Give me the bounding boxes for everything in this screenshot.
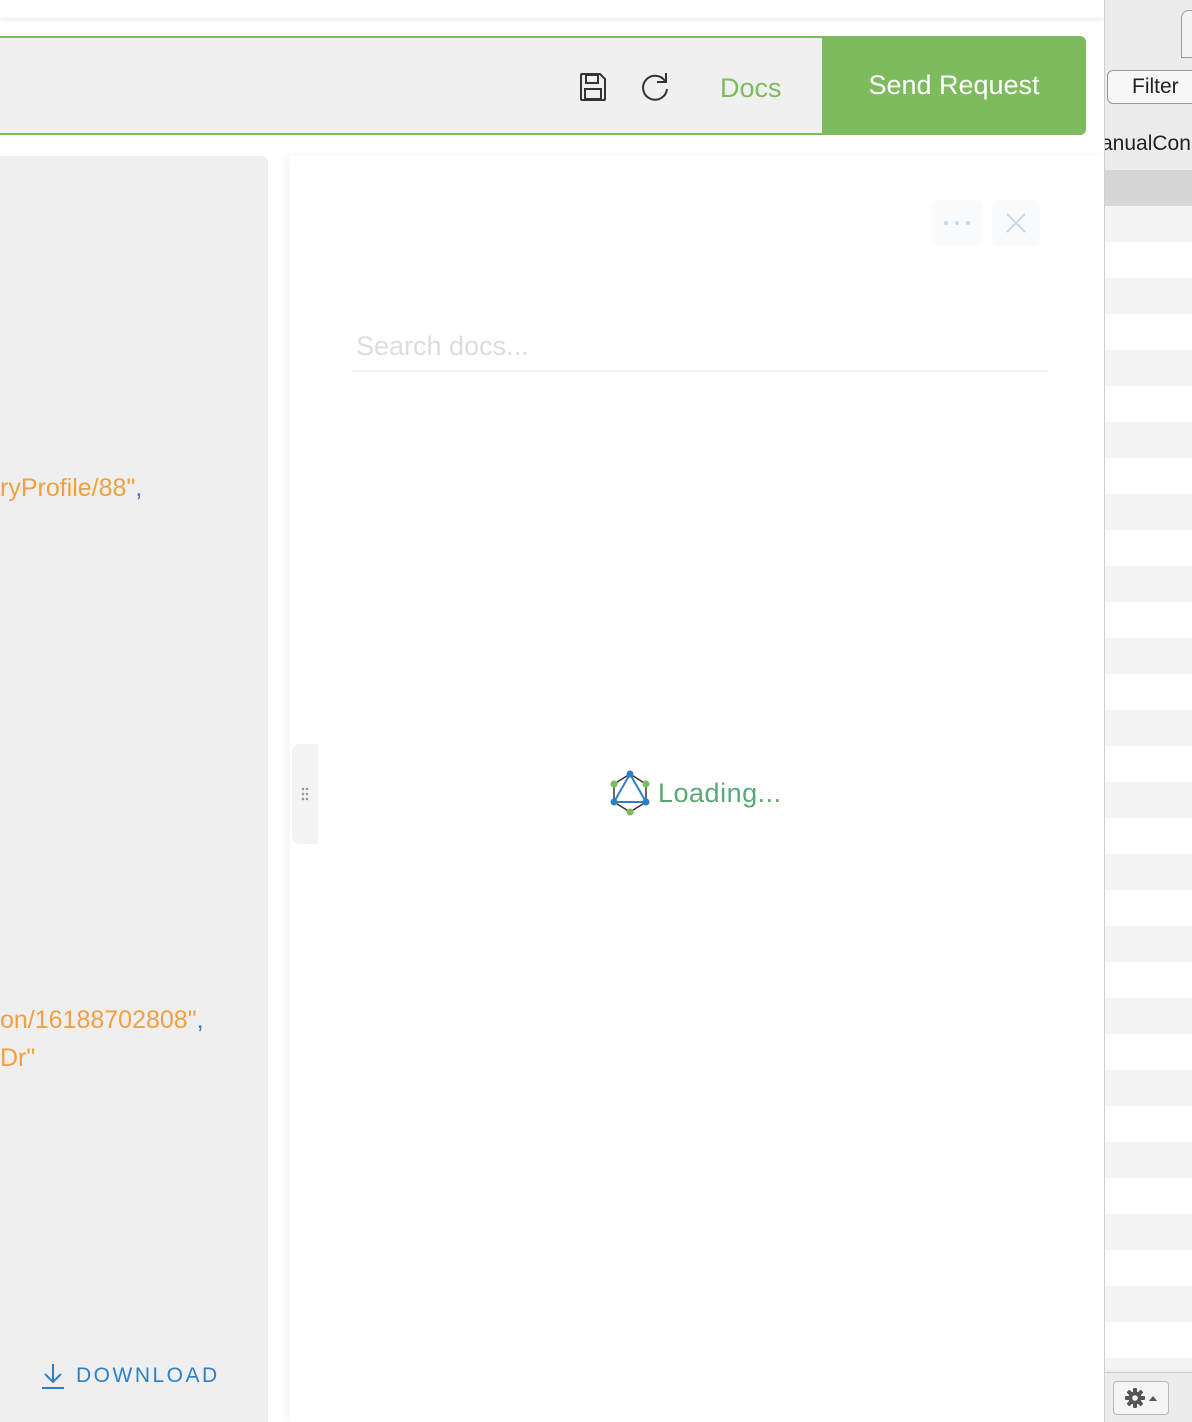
filter-button[interactable]: Filter: [1107, 70, 1192, 104]
result-line-comma: ,: [196, 1006, 204, 1034]
side-panel-text: anualCon: [1104, 132, 1191, 155]
side-panel-tab[interactable]: [1181, 10, 1192, 58]
result-line-text: ryProfile/88": [0, 474, 136, 502]
send-request-button[interactable]: Send Request: [822, 36, 1086, 135]
download-button[interactable]: DOWNLOAD: [40, 1362, 220, 1390]
ellipsis-icon[interactable]: [932, 200, 982, 246]
query-toolbar: Docs Send Request: [0, 36, 1086, 135]
docs-panel: Loading...: [290, 156, 1104, 1422]
loading-text: Loading...: [658, 777, 782, 808]
gear-menu-button[interactable]: [1113, 1381, 1169, 1415]
drag-handle[interactable]: [292, 744, 318, 844]
docs-button[interactable]: Docs: [720, 68, 782, 108]
result-line-text: Dr": [0, 1044, 36, 1072]
result-line-comma: ,: [135, 474, 143, 502]
side-panel-rows: [1105, 206, 1192, 1370]
side-panel: Filter anualCon: [1104, 0, 1192, 1422]
result-line: Dr": [0, 1044, 35, 1073]
close-icon[interactable]: [992, 200, 1040, 246]
result-line: ryProfile/88",: [0, 474, 142, 503]
docs-search-input[interactable]: [352, 322, 1048, 372]
side-panel-header: [1105, 170, 1192, 206]
result-line: on/16188702808",: [0, 1006, 204, 1035]
graphql-logo-icon: [610, 770, 650, 816]
window-top-strip: [0, 0, 1104, 18]
gear-icon: [1125, 1388, 1145, 1408]
result-pane: ryProfile/88", on/16188702808", Dr" DOWN…: [0, 156, 268, 1422]
download-label: DOWNLOAD: [76, 1364, 220, 1387]
result-line-text: on/16188702808": [0, 1006, 197, 1034]
caret-up-icon: [1149, 1396, 1157, 1401]
download-icon: [42, 1364, 64, 1389]
save-icon[interactable]: [576, 70, 610, 104]
reload-icon[interactable]: [638, 70, 672, 104]
loading-indicator: Loading...: [608, 770, 782, 816]
side-panel-footer: [1105, 1372, 1192, 1422]
